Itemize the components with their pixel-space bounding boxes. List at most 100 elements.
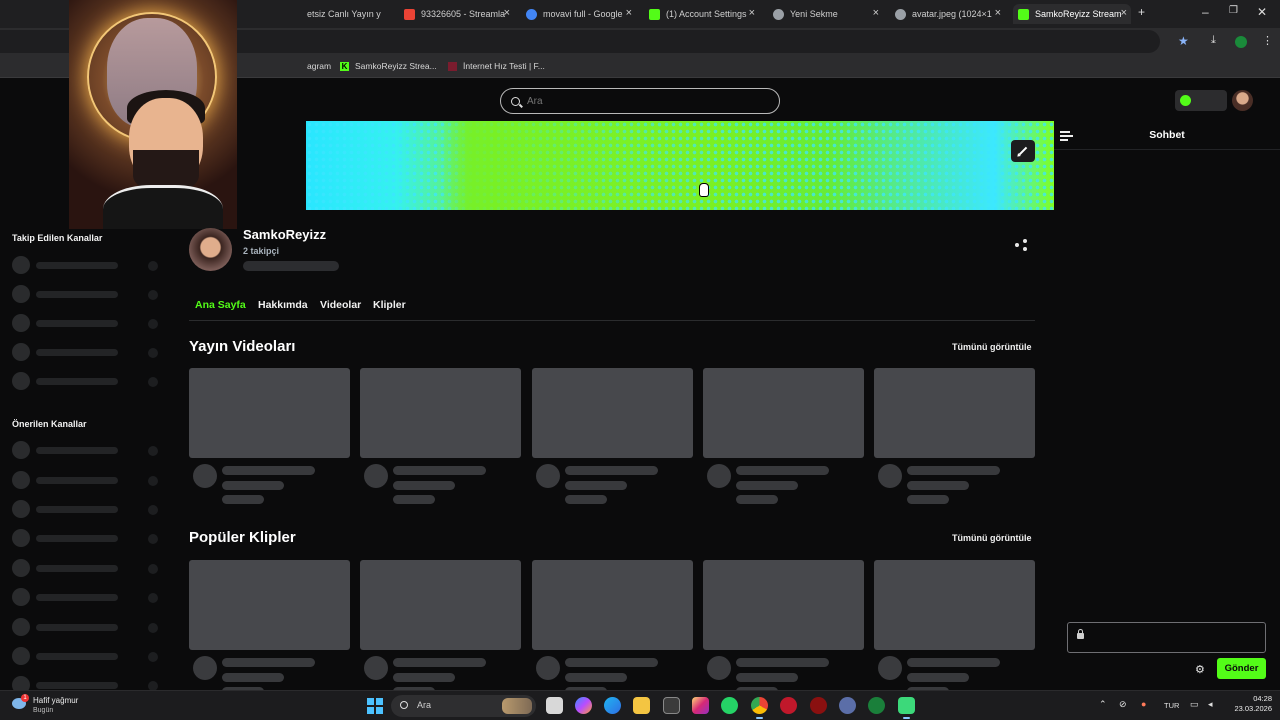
clip-card-placeholder[interactable] [360,560,521,690]
app-icon[interactable] [868,697,885,714]
sidebar: Takip Edilen Kanallar Önerilen Kanallar [0,229,170,694]
sidebar-channel-placeholder[interactable] [12,372,162,390]
edit-banner-button[interactable] [1011,140,1035,162]
close-tab-icon[interactable]: × [749,7,755,19]
sidebar-channel-placeholder[interactable] [12,285,162,303]
sidebar-channel-placeholder[interactable] [12,256,162,274]
view-all-clips-link[interactable]: Tümünü görüntüle [952,533,1031,543]
channel-tabs: Ana Sayfa Hakkımda Videolar Klipler [189,297,1035,321]
weather-widget[interactable]: 1 Hafif yağmur Bugün [12,694,112,718]
sidebar-channel-placeholder[interactable] [12,500,162,518]
profile-icon[interactable] [1235,36,1247,48]
windows-start-icon[interactable] [367,698,383,714]
store-icon[interactable] [663,697,680,714]
clock[interactable]: 04:28 23.03.2026 [1228,694,1272,714]
edge-icon[interactable] [604,697,621,714]
tab-home[interactable]: Ana Sayfa [195,299,246,311]
banner-gradient [306,121,1054,210]
close-tab-icon[interactable]: × [1121,7,1127,19]
tab-videos[interactable]: Videolar [320,299,361,311]
app-icon[interactable] [898,697,915,719]
browser-tab[interactable]: (1) Account Settings × [649,4,759,24]
tab-about[interactable]: Hakkımda [258,299,308,311]
channel-info-placeholder [243,261,339,271]
send-button[interactable]: Gönder [1217,658,1266,679]
sidebar-channel-placeholder[interactable] [12,529,162,547]
sidebar-channel-placeholder[interactable] [12,647,162,665]
bookmark-item[interactable]: K SamkoReyizz Strea... [340,61,437,71]
bookmark-item[interactable]: agram [307,61,331,71]
close-tab-icon[interactable]: × [995,7,1001,19]
chat-settings-icon[interactable]: ⚙ [1195,663,1205,676]
sidebar-channel-placeholder[interactable] [12,441,162,459]
view-all-videos-link[interactable]: Tümünü görüntüle [952,342,1031,352]
taskbar-search[interactable]: Ara [391,695,536,717]
new-tab-icon[interactable]: + [1138,5,1145,19]
copilot-icon[interactable] [575,697,592,714]
search-icon [511,96,520,106]
lock-icon [1077,629,1084,639]
clip-card-placeholder[interactable] [532,560,693,690]
channel-name: SamkoReyizz [243,227,327,242]
browser-tab[interactable]: movavi full - Google × [526,4,636,24]
user-avatar[interactable] [1232,90,1253,111]
minimize-icon[interactable]: – [1202,5,1209,19]
search-input[interactable] [527,95,757,107]
clip-card-placeholder[interactable] [189,560,350,690]
close-window-icon[interactable]: ✕ [1257,5,1267,19]
instagram-icon[interactable] [692,697,709,714]
bookmark-item[interactable]: İnternet Hız Testi | F... [448,61,545,71]
browser-tab-label: SamkoReyizz Stream [1035,9,1122,19]
close-tab-icon[interactable]: × [504,7,510,19]
sidebar-channel-placeholder[interactable] [12,471,162,489]
task-view-icon[interactable] [546,697,563,714]
channel-banner [306,121,1054,210]
language-indicator[interactable]: TUR [1164,701,1179,710]
video-card-placeholder[interactable] [532,368,693,508]
whatsapp-icon[interactable] [721,697,738,714]
sidebar-channel-placeholder[interactable] [12,588,162,606]
monitor-icon[interactable]: ▭ [1190,699,1199,710]
channel-avatar[interactable] [189,228,232,271]
sidebar-channel-placeholder[interactable] [12,559,162,577]
share-icon[interactable] [1015,239,1027,251]
app-icon[interactable] [780,697,797,714]
notification-badge: 1 [21,694,29,702]
browser-tab-active[interactable]: SamkoReyizz Stream × [1013,4,1131,24]
maximize-icon[interactable]: ❐ [1229,5,1238,16]
network-icon[interactable]: ⊘ [1119,699,1127,710]
search-box[interactable] [500,88,780,114]
browser-tab[interactable]: 93326605 - Streamla × [404,4,514,24]
browser-tab[interactable]: Yeni Sekme × [773,4,883,24]
tab-clips[interactable]: Klipler [373,299,406,311]
browser-tab[interactable]: etsiz Canlı Yayın y [307,4,395,24]
video-card-placeholder[interactable] [189,368,350,508]
chat-title: Sohbet [1149,129,1185,141]
close-tab-icon[interactable]: × [873,7,879,19]
video-card-placeholder[interactable] [360,368,521,508]
menu-icon[interactable]: ⋮ [1262,34,1273,47]
app-icon[interactable] [839,697,856,714]
video-card-placeholder[interactable] [874,368,1035,508]
download-icon[interactable]: ⤓ [1211,34,1216,47]
gmail-icon [404,8,415,20]
bookmark-star-icon[interactable]: ★ [1178,34,1189,48]
kick-toggle-button[interactable] [1175,90,1227,111]
chat-input[interactable] [1067,622,1266,653]
close-tab-icon[interactable]: × [626,7,632,19]
clip-card-placeholder[interactable] [874,560,1035,690]
file-explorer-icon[interactable] [633,697,650,714]
sidebar-channel-placeholder[interactable] [12,618,162,636]
sidebar-channel-placeholder[interactable] [12,314,162,332]
clip-card-placeholder[interactable] [703,560,864,690]
chrome-icon[interactable] [751,697,768,719]
microphone-icon[interactable]: ● [1141,699,1146,709]
webcam-overlay [69,0,237,229]
video-card-placeholder[interactable] [703,368,864,508]
sidebar-channel-placeholder[interactable] [12,343,162,361]
tray-expand-icon[interactable]: ⌃ [1099,699,1107,710]
volume-icon[interactable]: ◂ [1208,699,1213,710]
app-icon[interactable] [810,697,827,714]
browser-tab[interactable]: avatar.jpeg (1024×1 × [895,4,1005,24]
bookmark-label: SamkoReyizz Strea... [355,61,437,71]
